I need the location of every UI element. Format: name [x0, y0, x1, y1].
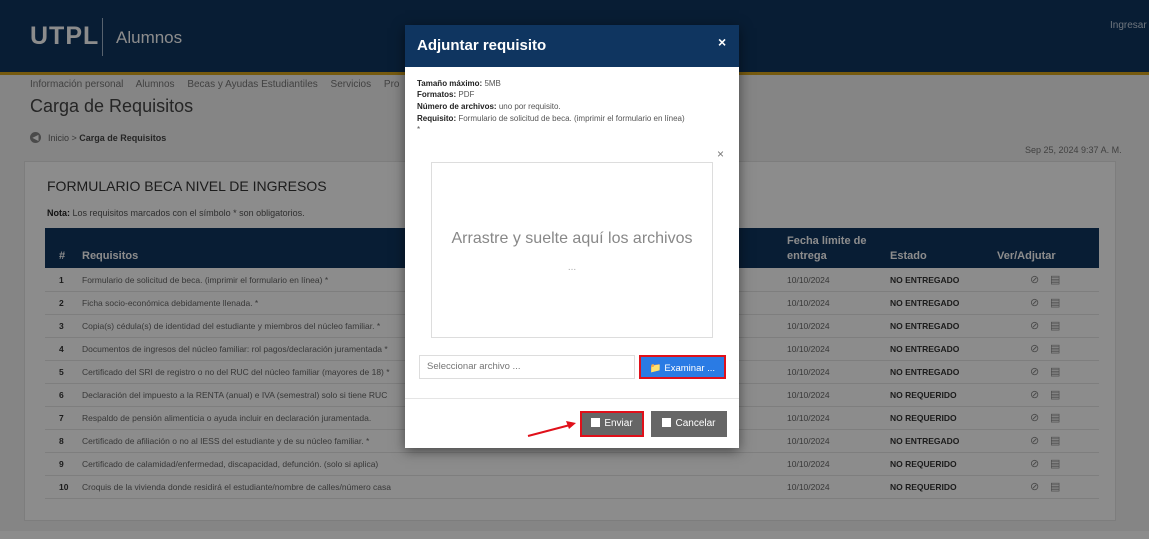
modal-close-icon[interactable]: × [718, 34, 726, 50]
info-files: Número de archivos: uno por requisito. [417, 102, 561, 111]
info-files-value: uno por requisito. [498, 102, 561, 111]
info-req-star: * [417, 125, 421, 134]
info-formats-value: PDF [458, 90, 475, 99]
info-formats-label: Formatos: [417, 90, 457, 99]
dropzone-ellipsis: ... [567, 262, 577, 273]
file-icon [591, 418, 601, 427]
info-files-label: Número de archivos: [417, 102, 497, 111]
info-req-value: Formulario de solicitud de beca. (imprim… [458, 114, 685, 123]
cancel-label: Cancelar [675, 418, 716, 429]
info-size-value: 5MB [484, 79, 501, 88]
send-button[interactable]: Enviar [580, 411, 644, 437]
info-size-label: Tamaño máximo: [417, 79, 483, 88]
info-size: Tamaño máximo: 5MB [417, 79, 501, 88]
info-formats: Formatos: PDF [417, 90, 474, 99]
cancel-button[interactable]: Cancelar [651, 411, 727, 437]
info-req-label: Requisito: [417, 114, 457, 123]
modal-title: Adjuntar requisito [417, 37, 547, 54]
browse-button[interactable]: 📁 Examinar ... [639, 355, 726, 379]
send-label: Enviar [604, 418, 633, 429]
file-dropzone[interactable] [431, 162, 713, 338]
close-box-icon [662, 418, 672, 427]
dropzone-close-icon[interactable]: × [717, 147, 724, 161]
folder-icon: 📁 [649, 363, 662, 374]
modal-footer-divider [405, 398, 739, 399]
dropzone-text: Arrastre y suelte aquí los archivos [451, 230, 693, 247]
red-arrow-annotation [527, 421, 576, 437]
file-name-input[interactable] [419, 355, 635, 379]
info-requisito: Requisito: Formulario de solicitud de be… [417, 114, 685, 123]
browse-label: Examinar ... [664, 363, 716, 374]
